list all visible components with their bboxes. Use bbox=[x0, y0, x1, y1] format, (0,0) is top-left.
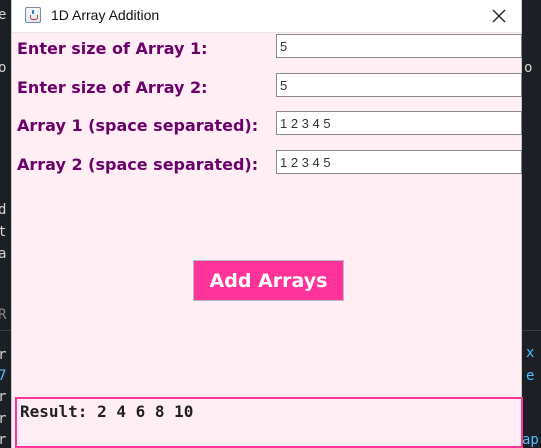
bg-glyph: e bbox=[526, 368, 535, 384]
result-text-area[interactable]: Result: 2 4 6 8 10 bbox=[15, 397, 523, 448]
bg-glyph: r bbox=[0, 411, 7, 427]
bg-glyph: t bbox=[0, 224, 7, 240]
bg-glyph: r bbox=[0, 347, 7, 363]
array1-values-label: Array 1 (space separated): bbox=[17, 116, 259, 135]
bg-glyph: o bbox=[524, 60, 533, 76]
array2-size-field[interactable] bbox=[276, 73, 522, 97]
bg-glyph: R bbox=[0, 307, 7, 323]
array2-values-label: Array 2 (space separated): bbox=[17, 155, 259, 174]
bg-glyph: d bbox=[0, 202, 7, 218]
title-bar[interactable]: 1D Array Addition bbox=[12, 0, 521, 33]
result-text: Result: 2 4 6 8 10 bbox=[20, 402, 194, 421]
bg-glyph: ap bbox=[522, 432, 539, 448]
array1-size-field[interactable] bbox=[276, 34, 522, 58]
window-title: 1D Array Addition bbox=[51, 7, 160, 23]
add-arrays-button[interactable]: Add Arrays bbox=[193, 260, 344, 301]
bg-glyph: e bbox=[0, 7, 7, 23]
close-icon bbox=[492, 9, 506, 23]
app-window: 1D Array Addition Enter size of Array 1:… bbox=[11, 0, 523, 448]
bg-glyph: r bbox=[0, 389, 7, 405]
array1-size-label: Enter size of Array 1: bbox=[17, 39, 208, 58]
array1-values-field[interactable] bbox=[276, 111, 522, 135]
array2-size-label: Enter size of Array 2: bbox=[17, 78, 208, 97]
array2-values-field[interactable] bbox=[276, 150, 522, 174]
bg-glyph: 7 bbox=[0, 368, 7, 384]
java-app-icon bbox=[25, 7, 41, 23]
bg-glyph: a bbox=[0, 246, 7, 262]
bg-glyph: r bbox=[0, 432, 7, 448]
bg-glyph: o bbox=[0, 60, 7, 76]
close-button[interactable] bbox=[485, 4, 513, 28]
bg-glyph: x bbox=[526, 345, 535, 361]
